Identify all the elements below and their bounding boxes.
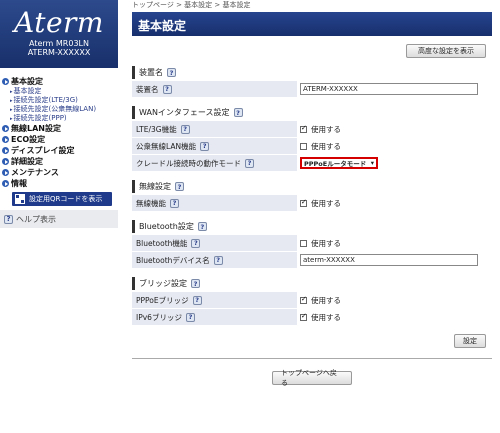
section-wan: WANインタフェース設定? [132,106,492,119]
public-wlan-row: 公衆無線LAN機能? 使用する [132,138,492,155]
logo-panel: Aterm Aterm MR03LN ATERM-XXXXXX [0,0,118,68]
lte-row: LTE/3G機能? 使用する [132,121,492,138]
device-name-row: 装置名? ATERM-XXXXXX [132,81,492,98]
help-icon[interactable]: ? [191,279,200,288]
wireless-checkbox[interactable] [300,198,307,207]
pppoe-bridge-checkbox[interactable] [300,295,307,304]
nav-basic-settings[interactable]: 基本設定 [2,76,118,87]
help-toggle[interactable]: ? ヘルプ表示 [0,210,118,228]
help-icon[interactable]: ? [245,158,254,168]
public-wlan-checkbox[interactable] [300,142,307,150]
help-icon[interactable]: ? [200,141,210,151]
help-icon[interactable]: ? [180,124,190,134]
arrow-bullet-icon [2,136,9,143]
nav-detail-settings[interactable]: 詳細設定 [2,156,118,167]
nav-sub-lte[interactable]: 接続先設定(LTE/3G) [2,96,118,105]
arrow-bullet-icon [2,78,9,85]
nav-eco-settings[interactable]: ECO設定 [2,134,118,145]
nav-display-settings[interactable]: ディスプレイ設定 [2,145,118,156]
divider [132,358,492,359]
help-icon[interactable]: ? [191,238,201,248]
sidebar: Aterm Aterm MR03LN ATERM-XXXXXX 基本設定 基本設… [0,0,118,433]
section-bridge: ブリッジ設定? [132,277,492,290]
help-icon[interactable]: ? [197,222,207,231]
section-wireless: 無線設定? [132,180,492,193]
help-icon[interactable]: ? [185,312,195,322]
device-model: Aterm MR03LN [29,39,89,48]
pppoe-bridge-row: PPPoEブリッジ? 使用する [132,292,492,309]
device-name: ATERM-XXXXXX [27,48,91,57]
help-icon: ? [4,214,13,224]
ipv6-bridge-row: IPv6ブリッジ? 使用する [132,309,492,326]
nav-sub-public-wlan[interactable]: 接続先設定(公衆無線LAN) [2,105,118,114]
help-icon[interactable]: ? [162,84,172,94]
back-to-top-button[interactable]: トップページへ戻る [272,369,352,387]
nav-maintenance[interactable]: メンテナンス [2,167,118,178]
device-name-input[interactable]: ATERM-XXXXXX [300,83,478,95]
show-advanced-settings-button[interactable]: 高度な設定を表示 [406,44,486,58]
help-icon[interactable]: ? [167,68,176,77]
page-title: 基本設定 [132,12,492,36]
chevron-down-icon: ▾ [370,159,374,167]
main-content: トップページ > 基本設定 > 基本設定 基本設定 高度な設定を表示 装置名? … [132,0,492,433]
arrow-bullet-icon [2,169,9,176]
arrow-bullet-icon [2,180,9,187]
lte-checkbox[interactable] [300,124,307,133]
cradle-mode-row: クレードル接続時の動作モード? PPPoEルータモード ▾ [132,155,492,172]
breadcrumb: トップページ > 基本設定 > 基本設定 [132,1,251,9]
help-icon[interactable]: ? [233,108,243,117]
cradle-mode-select[interactable]: PPPoEルータモード ▾ [300,157,378,169]
qr-code-icon [15,194,25,204]
show-qr-code-button[interactable]: 設定用QRコードを表示 [12,192,112,206]
nav-wlan-settings[interactable]: 無線LAN設定 [2,123,118,134]
bluetooth-checkbox[interactable] [300,239,307,247]
nav-info[interactable]: 情報 [2,178,118,189]
help-icon[interactable]: ? [192,295,202,305]
aterm-logo: Aterm [14,6,104,39]
section-device-name: 装置名? [132,66,492,79]
help-icon[interactable]: ? [175,182,184,191]
arrow-bullet-icon [2,147,9,154]
arrow-bullet-icon [2,158,9,165]
help-icon[interactable]: ? [213,255,223,265]
wireless-row: 無線機能? 使用する [132,195,492,212]
nav-sub-ppp[interactable]: 接続先設定(PPP) [2,114,118,123]
ipv6-bridge-checkbox[interactable] [300,312,307,321]
section-bluetooth: Bluetooth設定? [132,220,492,233]
apply-settings-button[interactable]: 設定 [454,334,486,348]
nav-sub-basic[interactable]: 基本設定 [2,87,118,96]
bluetooth-name-row: Bluetoothデバイス名? aterm-XXXXXX [132,252,492,269]
nav-menu: 基本設定 基本設定 接続先設定(LTE/3G) 接続先設定(公衆無線LAN) 接… [0,68,118,206]
bluetooth-name-input[interactable]: aterm-XXXXXX [300,254,478,266]
bluetooth-row: Bluetooth機能? 使用する [132,235,492,252]
arrow-bullet-icon [2,125,9,132]
help-icon[interactable]: ? [170,198,179,208]
